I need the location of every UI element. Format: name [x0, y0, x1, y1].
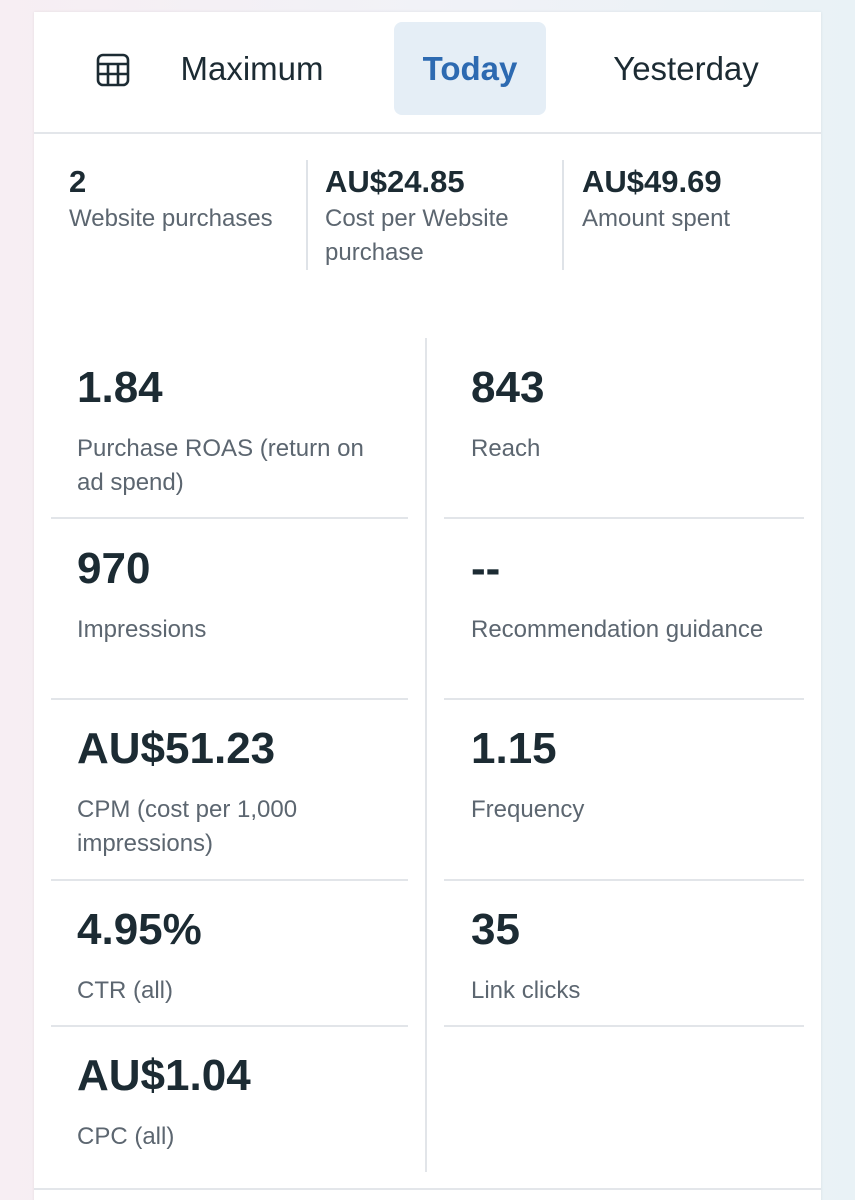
metric-recommendation-guidance: -- Recommendation guidance	[471, 543, 791, 647]
summary-divider	[306, 160, 308, 270]
metric-value: 4.95%	[77, 905, 202, 954]
metric-purchase-roas: 1.84 Purchase ROAS (return on ad spend)	[77, 362, 387, 500]
metric-label: Recommendation guidance	[471, 616, 764, 643]
metric-divider	[444, 517, 804, 519]
metric-impressions: 970 Impressions	[77, 543, 387, 647]
metric-value: 970	[77, 544, 151, 593]
metric-reach: 843 Reach	[471, 362, 791, 466]
metric-value: --	[471, 544, 501, 593]
metric-value: 35	[471, 905, 520, 954]
metric-label: Impressions	[77, 616, 207, 643]
metric-divider	[444, 698, 804, 700]
metric-label: Link clicks	[471, 977, 581, 1004]
date-range-tabs: Maximum Today Yesterday	[34, 12, 821, 134]
metric-divider	[444, 1025, 804, 1027]
summary-label: Amount spent	[582, 205, 731, 232]
summary-website-purchases: 2 Website purchases	[69, 162, 305, 236]
summary-label: Cost per Website purchase	[325, 205, 509, 266]
metric-divider	[51, 1025, 408, 1027]
metric-cpm: AU$51.23 CPM (cost per 1,000 impressions…	[77, 723, 387, 861]
metric-label: Purchase ROAS (return on ad spend)	[77, 435, 364, 496]
card-bottom-divider	[34, 1188, 821, 1190]
metric-frequency: 1.15 Frequency	[471, 723, 791, 827]
metric-value: AU$1.04	[77, 1051, 251, 1100]
metric-divider	[444, 879, 804, 881]
summary-label: Website purchases	[69, 205, 273, 232]
summary-amount-spent: AU$49.69 Amount spent	[582, 162, 802, 236]
metric-divider	[51, 879, 408, 881]
summary-value: AU$49.69	[582, 164, 722, 199]
metric-link-clicks: 35 Link clicks	[471, 904, 791, 1008]
metric-label: Reach	[471, 435, 541, 462]
ad-insights-card: Maximum Today Yesterday 2 Website purcha…	[34, 12, 821, 1200]
metric-label: CPM (cost per 1,000 impressions)	[77, 796, 298, 857]
summary-divider	[562, 160, 564, 270]
metric-value: 1.15	[471, 724, 557, 773]
metric-value: AU$51.23	[77, 724, 276, 773]
metric-label: CTR (all)	[77, 977, 173, 1004]
calendar-icon[interactable]	[96, 53, 130, 87]
metric-value: 843	[471, 363, 545, 412]
metric-divider	[51, 517, 408, 519]
tab-maximum[interactable]: Maximum	[154, 22, 350, 115]
metrics-column-divider	[425, 338, 427, 1172]
metric-ctr: 4.95% CTR (all)	[77, 904, 387, 1008]
metric-label: Frequency	[471, 796, 585, 823]
metric-value: 1.84	[77, 363, 163, 412]
metric-label: CPC (all)	[77, 1123, 175, 1150]
summary-value: 2	[69, 164, 87, 199]
metric-cpc: AU$1.04 CPC (all)	[77, 1050, 387, 1154]
tab-yesterday[interactable]: Yesterday	[596, 22, 776, 115]
summary-value: AU$24.85	[325, 164, 465, 199]
tab-today[interactable]: Today	[394, 22, 546, 115]
metric-divider	[51, 698, 408, 700]
summary-cost-per-purchase: AU$24.85 Cost per Website purchase	[325, 162, 555, 270]
